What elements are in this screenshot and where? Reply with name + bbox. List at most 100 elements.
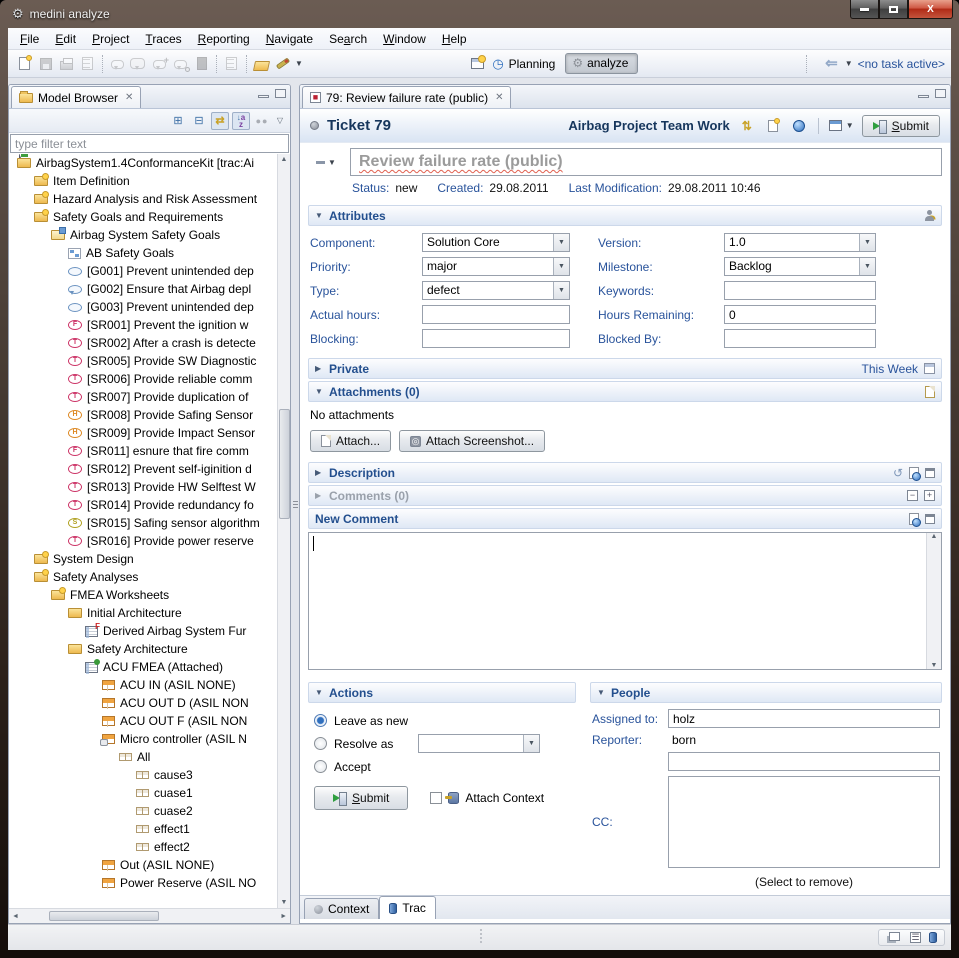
close-tab-icon[interactable]: ✕ [125, 92, 133, 103]
tree-horizontal-scrollbar[interactable]: ◄ ► [9, 908, 290, 923]
maximize-section-icon[interactable] [925, 468, 935, 478]
cc-input[interactable] [668, 752, 940, 771]
tree-item[interactable]: Hazard Analysis and Risk Assessment [9, 190, 277, 208]
section-people[interactable]: ▼ People [590, 682, 942, 703]
scroll-left-icon[interactable]: ◄ [12, 913, 19, 920]
tree-item[interactable]: T[SR013] Provide HW Selftest W [9, 478, 277, 496]
menu-search[interactable]: Search [321, 30, 375, 48]
tree-item[interactable]: F[SR011] esnure that fire comm [9, 442, 277, 460]
type-select[interactable]: defect▼ [422, 281, 570, 300]
tree-item[interactable]: ACU OUT D (ASIL NON [9, 694, 277, 712]
priority-select[interactable]: major▼ [422, 257, 570, 276]
view-menu-icon[interactable]: ▽ [274, 112, 286, 130]
scroll-right-icon[interactable]: ► [280, 913, 287, 920]
expand-all-icon[interactable]: ⊞ [169, 112, 187, 130]
summary-tools[interactable]: ▼ [308, 158, 344, 167]
attach-screenshot-button[interactable]: ◎ Attach Screenshot... [399, 430, 545, 452]
open-perspective-icon[interactable] [467, 53, 488, 74]
section-arrow-icon[interactable]: ▶ [315, 468, 323, 477]
maximize-button[interactable] [879, 0, 908, 19]
tree-item[interactable]: ACU FMEA (Attached) [9, 658, 277, 676]
section-arrow-icon[interactable]: ▼ [315, 688, 323, 697]
link-with-editor-icon[interactable]: ⇄ [211, 112, 229, 130]
print-icon[interactable] [56, 53, 77, 74]
filter-input[interactable] [10, 134, 289, 153]
task-doc-icon[interactable] [221, 53, 242, 74]
tree-item[interactable]: FMEA Worksheets [9, 586, 277, 604]
dropdown-arrow-icon[interactable]: ▼ [553, 282, 569, 299]
section-arrow-icon[interactable]: ▶ [315, 491, 323, 500]
calendar-icon[interactable] [924, 363, 935, 374]
section-attributes[interactable]: ▼ Attributes [308, 205, 942, 226]
radio-leave-as-new[interactable] [314, 714, 327, 727]
tree-item[interactable]: ACU OUT F (ASIL NON [9, 712, 277, 730]
windows-icon[interactable] [889, 932, 900, 941]
maximize-section-icon[interactable] [925, 514, 935, 524]
log-icon[interactable]: ☰ [910, 932, 921, 943]
resolve-as-select[interactable]: ▼ [418, 734, 540, 753]
milestone-select[interactable]: Backlog▼ [724, 257, 876, 276]
submit-button-header[interactable]: Submit [862, 115, 940, 137]
bottom-tab-context[interactable]: Context [304, 898, 379, 919]
tree-item[interactable]: [G002] Ensure that Airbag depl [9, 280, 277, 298]
dropdown-arrow-icon[interactable]: ▼ [553, 258, 569, 275]
maximize-editor-icon[interactable] [935, 89, 946, 98]
browser-preview-icon[interactable] [909, 467, 919, 479]
tree-item[interactable]: [G003] Prevent unintended dep [9, 298, 277, 316]
blocking-input[interactable] [422, 329, 570, 348]
statusbar-handle[interactable] [480, 929, 482, 943]
collapse-icon[interactable] [316, 161, 325, 164]
section-arrow-icon[interactable]: ▼ [597, 688, 605, 697]
tree-item[interactable]: H[SR009] Provide Impact Sensor [9, 424, 277, 442]
tree-item[interactable]: cause3 [9, 766, 277, 784]
tab-ticket-79[interactable]: ■ 79: Review failure rate (public) ✕ [302, 86, 511, 108]
layout-menu-icon[interactable]: ▼ [829, 120, 854, 131]
tree-item[interactable]: T[SR016] Provide power reserve [9, 532, 277, 550]
menu-edit[interactable]: Edit [47, 30, 84, 48]
back-arrow-icon[interactable]: ⇐ [825, 58, 838, 70]
comment-scrollbar[interactable]: ▲ ▼ [926, 533, 941, 669]
tree-item[interactable]: cuase2 [9, 802, 277, 820]
open-folder-icon[interactable] [251, 53, 272, 74]
dropdown-arrow-icon[interactable]: ▼ [523, 735, 539, 752]
attach-context-checkbox[interactable] [430, 792, 442, 804]
notes-icon[interactable] [191, 53, 212, 74]
tree-item[interactable]: T[SR002] After a crash is detecte [9, 334, 277, 352]
synchronize-icon[interactable]: ⇅ [738, 117, 756, 135]
new-wizard-icon[interactable] [14, 53, 35, 74]
add-comment-icon[interactable]: + [149, 53, 170, 74]
collapse-all-icon[interactable]: ⊟ [190, 112, 208, 130]
planning-perspective-label[interactable]: Planning [509, 57, 556, 71]
dropdown-arrow-icon[interactable]: ▼ [859, 234, 875, 251]
highlighter-icon[interactable] [272, 53, 293, 74]
scroll-thumb[interactable] [279, 409, 290, 519]
radio-resolve-as[interactable] [314, 737, 327, 750]
tree-item[interactable]: Micro controller (ASIL N [9, 730, 277, 748]
repository-icon[interactable] [929, 932, 937, 943]
dropdown-icon[interactable]: ▼ [328, 158, 336, 167]
scroll-thumb[interactable] [49, 911, 159, 921]
task-dropdown-icon[interactable]: ▼ [845, 59, 853, 68]
open-in-browser-icon[interactable] [790, 117, 808, 135]
analyze-perspective-button[interactable]: ⚙ analyze [565, 53, 638, 74]
group-icon[interactable]: ●● [253, 112, 271, 130]
section-description[interactable]: ▶ Description ↺ [308, 462, 942, 483]
new-task-icon[interactable] [764, 117, 782, 135]
tree-item[interactable]: T[SR014] Provide redundancy fo [9, 496, 277, 514]
menu-traces[interactable]: Traces [137, 30, 189, 48]
scroll-down-icon[interactable]: ▼ [931, 662, 938, 669]
tree-item[interactable]: T[SR006] Provide reliable comm [9, 370, 277, 388]
collapse-comments-icon[interactable]: − [907, 490, 918, 501]
dropdown-arrow-icon[interactable]: ▼ [859, 258, 875, 275]
highlighter-dropdown-icon[interactable]: ▼ [295, 59, 303, 68]
tree-item[interactable]: System Design [9, 550, 277, 568]
close-button[interactable]: X [908, 0, 953, 19]
cc-list[interactable] [668, 776, 940, 868]
attach-button[interactable]: Attach... [310, 430, 391, 452]
assigned-to-input[interactable] [668, 709, 940, 728]
minimize-editor-icon[interactable] [918, 95, 929, 98]
menu-navigate[interactable]: Navigate [258, 30, 321, 48]
menu-window[interactable]: Window [375, 30, 434, 48]
tree-item[interactable]: H[SR008] Provide Safing Sensor [9, 406, 277, 424]
section-private[interactable]: ▶ Private This Week [308, 358, 942, 379]
